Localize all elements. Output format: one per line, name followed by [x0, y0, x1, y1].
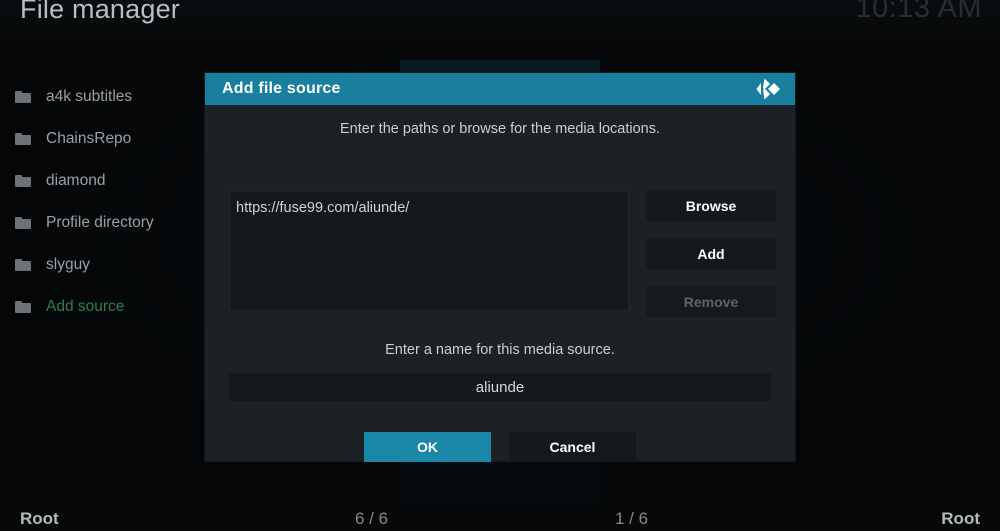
source-name-input[interactable]: aliunde — [229, 373, 771, 401]
dialog-footer-buttons: OK Cancel — [205, 432, 795, 462]
status-bar: Root 6 / 6 1 / 6 Root — [0, 497, 1000, 531]
sidebar-item-add-source[interactable]: Add source — [0, 286, 205, 328]
folder-icon — [15, 259, 31, 271]
dialog-title: Add file source — [222, 80, 341, 97]
ok-button[interactable]: OK — [364, 432, 491, 462]
status-left-count: 6 / 6 — [355, 509, 389, 528]
sidebar-item-label: slyguy — [46, 256, 90, 273]
path-list[interactable]: https://fuse99.com/aliunde/ — [229, 191, 629, 311]
sidebar-item-chainsrepo[interactable]: ChainsRepo — [0, 118, 205, 160]
status-left-location: Root — [20, 509, 59, 528]
name-hint-label: Enter a name for this media source. — [385, 342, 615, 358]
status-right-count: 1 / 6 — [615, 509, 649, 528]
folder-icon — [15, 91, 31, 103]
sidebar-item-label: Profile directory — [46, 214, 154, 231]
sidebar-file-list: a4k subtitles ChainsRepo diamond Profile… — [0, 76, 205, 328]
page-title: File manager — [20, 0, 180, 24]
sidebar-item-slyguy[interactable]: slyguy — [0, 244, 205, 286]
sidebar-item-label: diamond — [46, 172, 106, 189]
sidebar-item-label: a4k subtitles — [46, 88, 133, 105]
cancel-button[interactable]: Cancel — [509, 432, 636, 462]
folder-icon — [15, 217, 31, 229]
clock: 10:13 AM — [855, 0, 982, 24]
remove-button: Remove — [646, 286, 776, 317]
browse-button[interactable]: Browse — [646, 190, 776, 221]
sidebar-item-a4k-subtitles[interactable]: a4k subtitles — [0, 76, 205, 118]
path-list-item[interactable]: https://fuse99.com/aliunde/ — [230, 192, 628, 216]
status-right-location: Root — [941, 509, 980, 528]
kodi-file-manager-screen: File manager 10:13 AM a4k subtitles Chai… — [0, 0, 1000, 531]
dialog-title-bar: Add file source — [205, 73, 795, 105]
sidebar-item-diamond[interactable]: diamond — [0, 160, 205, 202]
dialog-body: Enter the paths or browse for the media … — [205, 105, 795, 462]
add-file-source-dialog: Add file source Enter the paths or brows… — [205, 73, 795, 462]
sidebar-item-label: ChainsRepo — [46, 130, 132, 147]
path-action-buttons: Browse Add Remove — [646, 190, 776, 334]
sidebar-item-label: Add source — [46, 298, 125, 315]
folder-icon — [15, 133, 31, 145]
paths-hint-label: Enter the paths or browse for the media … — [340, 121, 660, 137]
folder-icon — [15, 301, 31, 313]
add-button[interactable]: Add — [646, 238, 776, 269]
kodi-logo-icon — [755, 77, 783, 101]
folder-icon — [15, 175, 31, 187]
sidebar-item-profile-directory[interactable]: Profile directory — [0, 202, 205, 244]
